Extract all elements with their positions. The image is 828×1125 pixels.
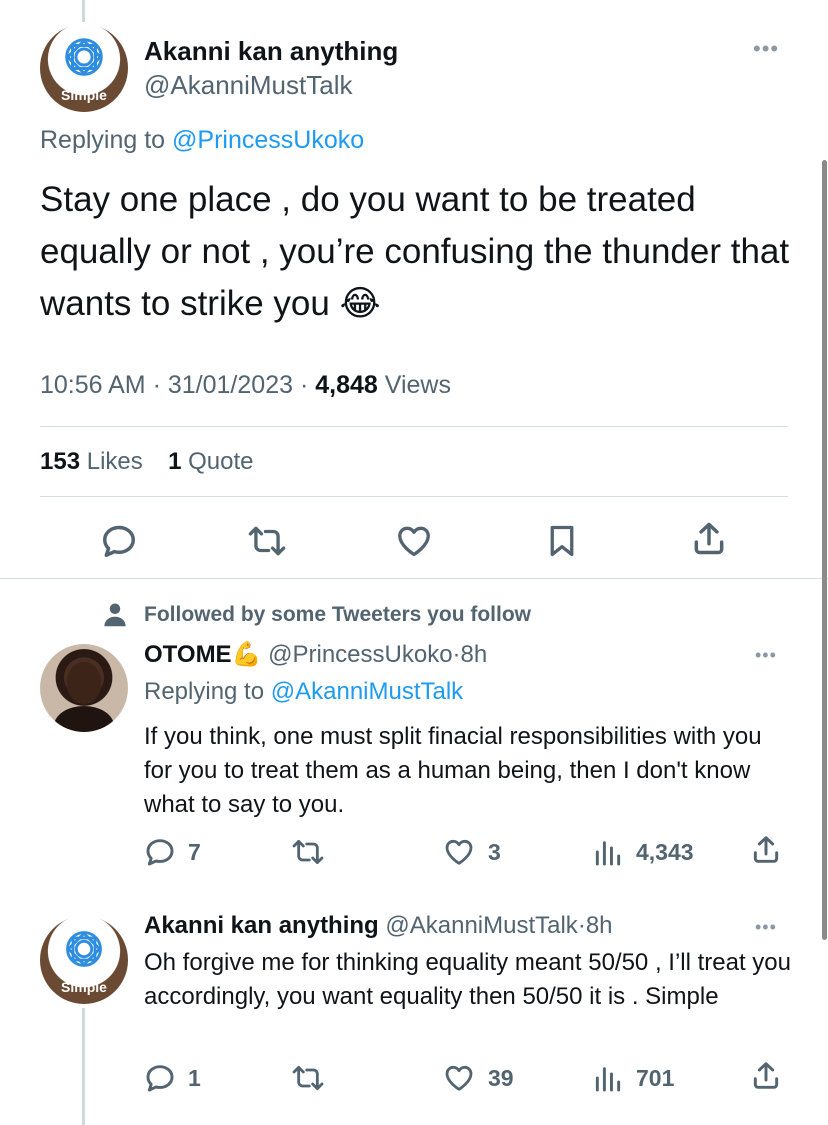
retweet-icon bbox=[290, 1062, 326, 1094]
thread-line-top bbox=[82, 0, 85, 22]
avatar-text: Simple bbox=[61, 979, 107, 996]
avatar-text: Simple bbox=[61, 87, 107, 104]
likes-label: Likes bbox=[86, 448, 143, 475]
like-button[interactable]: 3 bbox=[442, 836, 501, 868]
reply-icon bbox=[144, 1062, 176, 1094]
replying-line: Replying to @AkanniMustTalk bbox=[144, 678, 463, 706]
brand-logo-icon bbox=[61, 34, 107, 80]
brand-logo-icon bbox=[62, 927, 106, 971]
divider bbox=[40, 496, 788, 497]
retweet-button[interactable] bbox=[290, 1062, 326, 1094]
retweet-button[interactable] bbox=[290, 836, 326, 868]
tweet-time[interactable]: 8h bbox=[586, 912, 613, 939]
retweet-icon bbox=[290, 836, 326, 868]
divider bbox=[0, 578, 828, 579]
share-button[interactable] bbox=[690, 520, 728, 558]
separator: · bbox=[152, 371, 161, 399]
author-handle[interactable]: @AkanniMustTalk bbox=[385, 912, 577, 939]
share-icon bbox=[690, 520, 728, 558]
views-button[interactable]: 701 bbox=[592, 1062, 674, 1094]
tweet-time[interactable]: 10:56 AM bbox=[40, 371, 146, 399]
likes-count: 153 bbox=[40, 448, 81, 475]
share-icon bbox=[750, 1060, 782, 1092]
social-context-text: Followed by some Tweeters you follow bbox=[144, 603, 532, 626]
views-count: 701 bbox=[636, 1064, 675, 1091]
heart-icon bbox=[442, 1062, 476, 1094]
replying-prefix: Replying to bbox=[144, 678, 265, 705]
avatar[interactable]: Simple bbox=[40, 24, 128, 112]
reply-button[interactable]: 1 bbox=[144, 1062, 201, 1094]
more-options-icon[interactable]: ••• bbox=[755, 646, 777, 664]
share-icon bbox=[750, 834, 782, 866]
like-button[interactable]: 39 bbox=[442, 1062, 514, 1094]
like-button[interactable] bbox=[394, 522, 434, 560]
reply-header: Akanni kan anything @AkanniMustTalk·8h bbox=[144, 912, 613, 940]
divider bbox=[40, 426, 788, 427]
like-count: 39 bbox=[488, 1064, 514, 1091]
reply-count: 7 bbox=[188, 838, 201, 865]
tweet-text: If you think, one must split finacial re… bbox=[144, 723, 762, 818]
tweet-time[interactable]: 8h bbox=[461, 641, 488, 668]
separator: · bbox=[299, 371, 309, 399]
separator: · bbox=[452, 641, 461, 668]
avatar-face bbox=[67, 662, 101, 704]
retweet-icon bbox=[246, 522, 288, 560]
scrollbar[interactable] bbox=[822, 160, 827, 940]
quotes-label: Quote bbox=[188, 448, 254, 475]
quotes-stat[interactable]: 1 Quote bbox=[168, 448, 253, 475]
more-options-icon[interactable]: ••• bbox=[755, 918, 777, 936]
author-handle[interactable]: @AkanniMustTalk bbox=[144, 70, 352, 101]
reply-icon bbox=[144, 836, 176, 868]
tweet-text: Oh forgive me for thinking equality mean… bbox=[144, 949, 792, 1010]
views-count: 4,848 bbox=[315, 371, 378, 399]
heart-icon bbox=[442, 836, 476, 868]
views-chart-icon bbox=[592, 1062, 624, 1094]
separator: · bbox=[577, 912, 586, 939]
reply-button[interactable]: 7 bbox=[144, 836, 201, 868]
engagement-stats: 153 Likes 1 Quote bbox=[40, 448, 254, 476]
avatar[interactable] bbox=[40, 644, 128, 732]
replying-to-link[interactable]: @AkanniMustTalk bbox=[271, 678, 463, 705]
retweet-button[interactable] bbox=[246, 522, 288, 560]
bookmark-icon bbox=[544, 522, 580, 560]
reply-icon bbox=[100, 522, 138, 560]
replying-line: Replying to @PrincessUkoko bbox=[40, 126, 364, 155]
person-icon bbox=[104, 603, 126, 627]
like-count: 3 bbox=[488, 838, 501, 865]
tweet-date[interactable]: 31/01/2023 bbox=[168, 371, 293, 399]
author-name[interactable]: Akanni kan anything bbox=[144, 912, 379, 939]
author-name[interactable]: OTOME💪 bbox=[144, 641, 261, 668]
replying-to-link[interactable]: @PrincessUkoko bbox=[172, 126, 364, 154]
author-name[interactable]: Akanni kan anything bbox=[144, 36, 398, 67]
more-options-icon[interactable]: ••• bbox=[753, 38, 779, 60]
share-button[interactable] bbox=[750, 1060, 782, 1092]
avatar-shoulders bbox=[54, 706, 114, 732]
views-chart-icon bbox=[592, 836, 624, 868]
likes-stat[interactable]: 153 Likes bbox=[40, 448, 143, 475]
share-button[interactable] bbox=[750, 834, 782, 866]
reply-button[interactable] bbox=[100, 522, 138, 560]
replying-prefix: Replying to bbox=[40, 126, 166, 154]
author-handle[interactable]: @PrincessUkoko bbox=[268, 641, 452, 668]
tweet-meta: 10:56 AM · 31/01/2023 · 4,848 Views bbox=[40, 371, 451, 400]
avatar[interactable]: Simple bbox=[40, 916, 128, 1004]
tweet-text: Stay one place , do you want to be treat… bbox=[40, 180, 790, 323]
reply-count: 1 bbox=[188, 1064, 201, 1091]
views-label: Views bbox=[384, 371, 451, 399]
heart-icon bbox=[394, 522, 434, 560]
thread-line bbox=[82, 1008, 85, 1125]
social-context: Followed by some Tweeters you follow bbox=[100, 600, 531, 630]
views-button[interactable]: 4,343 bbox=[592, 836, 694, 868]
bookmark-button[interactable] bbox=[544, 522, 580, 560]
reply-header: OTOME💪 @PrincessUkoko·8h bbox=[144, 640, 487, 669]
views-count: 4,343 bbox=[636, 838, 694, 865]
quotes-count: 1 bbox=[168, 448, 182, 475]
